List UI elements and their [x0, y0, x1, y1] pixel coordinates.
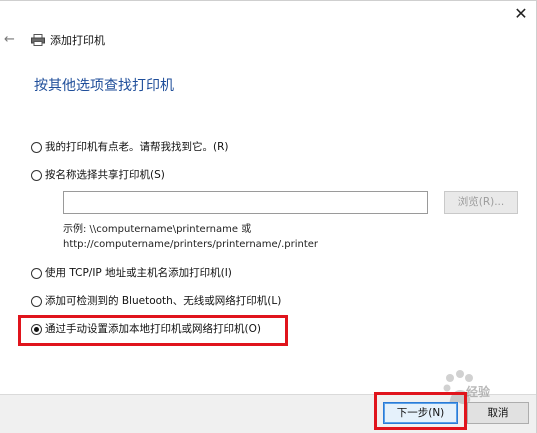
radio-button[interactable] — [31, 169, 42, 181]
add-printer-dialog: ✕ ← 添加打印机 按其他选项查找打印机 我的打印机有点老。请帮我找到它。(R)… — [0, 0, 537, 433]
highlight-box-manual-option — [18, 315, 288, 346]
option-shared-printer-by-name[interactable]: 按名称选择共享打印机(S) — [31, 167, 165, 183]
option-label: 我的打印机有点老。请帮我找到它。(R) — [45, 141, 229, 153]
watermark-text: 经验 — [466, 385, 491, 399]
printer-icon — [31, 34, 45, 46]
radio-button[interactable] — [31, 267, 42, 279]
back-button[interactable]: ← — [4, 31, 22, 49]
radio-button[interactable] — [31, 295, 42, 307]
close-icon: ✕ — [514, 4, 528, 23]
example-text-line-1: 示例: \\computername\printername 或 — [63, 224, 252, 235]
window-top-border — [0, 0, 537, 1]
close-button[interactable]: ✕ — [508, 4, 534, 24]
option-printer-is-old[interactable]: 我的打印机有点老。请帮我找到它。(R) — [31, 139, 229, 155]
option-label: 添加可检测到的 Bluetooth、无线或网络打印机(L) — [45, 295, 282, 307]
page-title: 按其他选项查找打印机 — [34, 78, 174, 94]
option-bluetooth-wireless-network[interactable]: 添加可检测到的 Bluetooth、无线或网络打印机(L) — [31, 293, 281, 309]
option-label: 使用 TCP/IP 地址或主机名添加打印机(I) — [45, 267, 232, 279]
option-tcp-ip-address[interactable]: 使用 TCP/IP 地址或主机名添加打印机(I) — [31, 265, 232, 281]
radio-button[interactable] — [31, 141, 42, 153]
example-text-line-2: http://computername/printers/printername… — [63, 239, 319, 250]
browse-button[interactable]: 浏览(R)... — [444, 191, 518, 214]
option-label: 按名称选择共享打印机(S) — [45, 169, 165, 181]
window-title: 添加打印机 — [50, 34, 105, 47]
shared-printer-name-input[interactable] — [63, 191, 428, 214]
cancel-button[interactable]: 取消 — [467, 402, 529, 424]
highlight-box-next-button — [374, 392, 467, 430]
back-arrow-icon: ← — [4, 32, 15, 47]
